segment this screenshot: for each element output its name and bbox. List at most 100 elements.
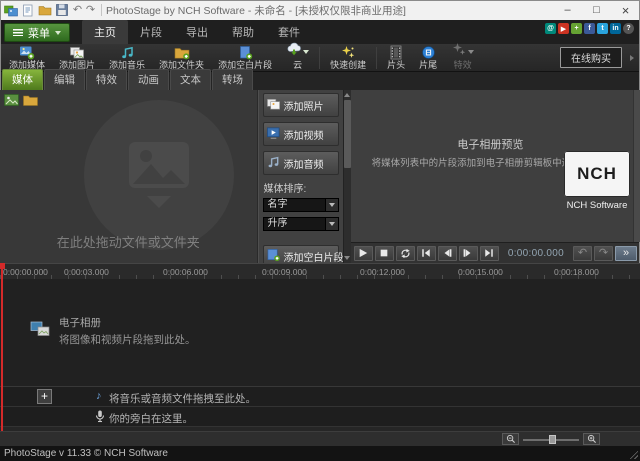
- resize-grip[interactable]: [628, 449, 638, 459]
- add-audio-label: 添加音频: [284, 156, 324, 171]
- add-media-button[interactable]: 添加媒体: [2, 44, 52, 72]
- scrollbar-thumb[interactable]: [344, 100, 351, 168]
- tab-export[interactable]: 导出: [174, 20, 220, 44]
- drop-hint-text: 在此处拖动文件或文件夹: [0, 232, 257, 251]
- cloud-button[interactable]: 云: [279, 44, 316, 72]
- tab-clips[interactable]: 片段: [128, 20, 174, 44]
- stop-button[interactable]: [375, 246, 394, 261]
- buy-online-button[interactable]: 在线购买: [560, 47, 622, 68]
- go-to-end-button[interactable]: [480, 246, 499, 261]
- linkedin-icon[interactable]: in: [610, 23, 621, 34]
- add-music-icon: [120, 45, 135, 60]
- panel-tab-text[interactable]: 文本: [170, 69, 211, 90]
- narration-mic-icon: [95, 410, 105, 428]
- redo-icon[interactable]: ↷: [84, 3, 97, 18]
- playhead[interactable]: [1, 263, 3, 431]
- audio-track-hint: 将音乐或音频文件拖拽至此处。: [109, 391, 256, 406]
- app-icon: [3, 3, 18, 18]
- quick-create-button[interactable]: 快速创建: [323, 44, 373, 72]
- media-folder-green-icon[interactable]: [4, 93, 19, 111]
- drop-zone-circle: [84, 100, 234, 250]
- email-icon[interactable]: @: [545, 23, 556, 34]
- add-photo-button[interactable]: 添加照片: [263, 93, 339, 117]
- redo-button[interactable]: ↷: [594, 246, 613, 261]
- window-title: PhotoStage by NCH Software - 未命名 - [未授权仅…: [106, 3, 553, 18]
- sort-by-dropdown[interactable]: 名字: [263, 198, 339, 212]
- media-sort-label: 媒体排序:: [264, 180, 339, 195]
- play-button[interactable]: [354, 246, 373, 261]
- next-frame-button[interactable]: [459, 246, 478, 261]
- panel-tab-edit[interactable]: 编辑: [44, 69, 85, 90]
- media-folder-yellow-icon[interactable]: [23, 93, 38, 111]
- facebook-icon[interactable]: f: [584, 23, 595, 34]
- playhead-handle[interactable]: [0, 263, 5, 269]
- add-media-icon: [19, 45, 35, 60]
- credits-button[interactable]: 片尾: [412, 44, 444, 72]
- effects-button[interactable]: 特效: [444, 44, 481, 72]
- slideshow-track[interactable]: 电子相册 将图像和视频片段拖到此处。: [0, 279, 640, 387]
- add-blank-slide-button[interactable]: 添加空白片段: [211, 44, 279, 72]
- add-folder-icon: [174, 45, 190, 60]
- zoom-out-button[interactable]: [502, 433, 519, 445]
- open-project-icon[interactable]: [37, 3, 52, 18]
- detach-preview-button[interactable]: »: [615, 246, 637, 261]
- preview-area: 电子相册预览 将媒体列表中的片段添加到电子相册剪辑板中进行预览。 NCH NCH…: [351, 90, 640, 242]
- add-photos-button[interactable]: 添加图片: [52, 44, 102, 72]
- scroll-down-icon[interactable]: [344, 256, 350, 260]
- add-video-button[interactable]: 添加视频: [263, 122, 339, 146]
- media-list-panel[interactable]: 在此处拖动文件或文件夹: [0, 90, 258, 263]
- hamburger-icon: [13, 29, 23, 36]
- save-project-icon[interactable]: [54, 3, 69, 18]
- minimize-button[interactable]: –: [553, 0, 582, 20]
- scroll-up-icon[interactable]: [344, 93, 350, 97]
- slider-thumb[interactable]: [549, 435, 556, 444]
- tab-suite[interactable]: 套件: [266, 20, 312, 44]
- youtube-icon[interactable]: ▶: [558, 23, 569, 34]
- add-music-button[interactable]: 添加音乐: [102, 44, 152, 72]
- help-icon[interactable]: ?: [623, 23, 634, 34]
- sort-by-value: 名字: [264, 199, 325, 211]
- add-blank-slide-button-2[interactable]: 添加空白片段: [263, 245, 339, 263]
- photo-icon: [266, 97, 281, 114]
- twitter-icon[interactable]: t: [597, 23, 608, 34]
- close-button[interactable]: ×: [611, 0, 640, 20]
- zoom-in-button[interactable]: [583, 433, 600, 445]
- undo-button[interactable]: ↶: [573, 246, 592, 261]
- ruler-label: 0:00:09.000: [262, 267, 307, 277]
- loop-button[interactable]: [396, 246, 415, 261]
- narration-track[interactable]: 你的旁白在这里。: [0, 407, 640, 427]
- previous-frame-button[interactable]: [438, 246, 457, 261]
- chevron-down-icon: [303, 50, 309, 54]
- timeline-zoom-slider[interactable]: [523, 435, 579, 444]
- ruler-label: 0:00:03.000: [64, 267, 109, 277]
- media-actions-scrollbar[interactable]: [343, 90, 351, 263]
- panel-tab-transitions[interactable]: 转场: [212, 69, 253, 90]
- timeline-ruler[interactable]: 0:00:00.000 0:00:03.000 0:00:06.000 0:00…: [0, 263, 640, 279]
- maximize-button[interactable]: □: [582, 0, 611, 20]
- narration-track-hint: 你的旁白在这里。: [109, 411, 193, 426]
- add-audio-button[interactable]: 添加音频: [263, 151, 339, 175]
- intro-button[interactable]: 片头: [380, 44, 412, 72]
- panel-tab-animation[interactable]: 动画: [128, 69, 169, 90]
- googleplus-icon[interactable]: +: [571, 23, 582, 34]
- add-folder-button[interactable]: 添加文件夹: [152, 44, 211, 72]
- tab-home[interactable]: 主页: [82, 20, 128, 44]
- tab-help[interactable]: 帮助: [220, 20, 266, 44]
- undo-icon[interactable]: ↶: [71, 3, 84, 18]
- preview-scrollbar[interactable]: [633, 90, 640, 242]
- panel-tab-effects[interactable]: 特效: [86, 69, 127, 90]
- sort-order-dropdown[interactable]: 升序: [263, 217, 339, 231]
- panel-tab-media[interactable]: 媒体: [2, 69, 43, 90]
- add-audio-track-button[interactable]: +: [37, 389, 52, 404]
- new-project-icon[interactable]: [20, 3, 35, 18]
- menu-label: 菜单: [28, 25, 50, 41]
- cloud-label: 云: [293, 60, 302, 71]
- go-to-start-button[interactable]: [417, 246, 436, 261]
- toolbar-overflow-chevron[interactable]: [630, 55, 634, 61]
- audio-track[interactable]: + ♪ 将音乐或音频文件拖拽至此处。: [0, 387, 640, 407]
- add-blank-slide-icon: [237, 45, 253, 60]
- panel-tab-bar: 媒体 编辑 特效 动画 文本 转场: [0, 72, 640, 90]
- menu-button[interactable]: 菜单: [4, 23, 70, 42]
- slideshow-track-hint: 将图像和视频片段拖到此处。: [59, 332, 196, 347]
- sort-order-value: 升序: [264, 218, 325, 230]
